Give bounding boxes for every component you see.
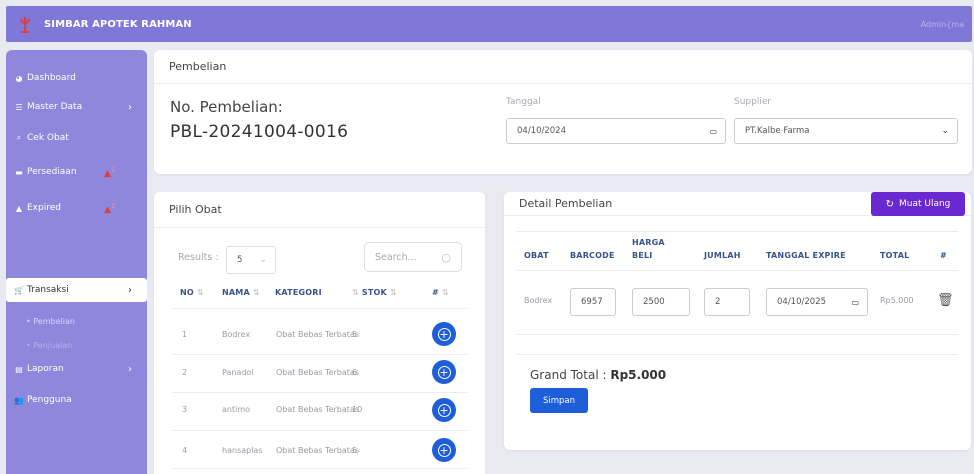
add-obat-button[interactable]: + bbox=[432, 438, 456, 462]
bell-icon: ▲1 bbox=[104, 201, 116, 215]
report-icon: ▤ bbox=[15, 364, 23, 374]
col-action[interactable]: # ⇅ bbox=[432, 288, 449, 297]
sidebar-item-laporan[interactable]: ▤ Laporan › bbox=[14, 361, 138, 377]
card-title: Pembelian bbox=[154, 50, 972, 84]
list-icon: ☰ bbox=[15, 102, 23, 112]
pilih-obat-card: Pilih Obat Results : 5 ⌄ Search... ○ NO … bbox=[154, 192, 485, 474]
users-icon: 👥 bbox=[14, 395, 24, 405]
col-action: # bbox=[940, 251, 947, 260]
chevron-down-icon: ⌄ bbox=[941, 126, 949, 136]
sidebar-item-persediaan[interactable]: ▬ Persediaan ▲1 bbox=[14, 164, 138, 180]
add-obat-button[interactable]: + bbox=[432, 360, 456, 384]
trash-icon[interactable]: 🗑 bbox=[937, 293, 954, 308]
supplier-label: Supplier bbox=[734, 97, 772, 107]
user-menu[interactable]: Admin{ma bbox=[921, 20, 964, 29]
calendar-icon: ▭ bbox=[709, 126, 717, 136]
tanggal-input[interactable]: 04/10/2024 ▭ bbox=[506, 118, 726, 144]
top-navbar: SIMBAR APOTEK RAHMAN Admin{ma bbox=[6, 6, 972, 42]
col-obat: OBAT bbox=[524, 251, 549, 260]
plus-circle-icon: + bbox=[437, 403, 451, 417]
sidebar-item-transaksi[interactable]: 🛒 Transaksi › bbox=[14, 282, 138, 298]
col-kategori[interactable]: KATEGORI bbox=[275, 288, 322, 297]
persediaan-badge: 1 bbox=[110, 165, 116, 174]
search-icon: ⌕ bbox=[16, 133, 22, 142]
plus-circle-icon: + bbox=[437, 365, 451, 379]
card-title: Pilih Obat bbox=[154, 192, 485, 228]
plus-circle-icon: + bbox=[437, 443, 451, 457]
sidebar-item-pengguna[interactable]: 👥 Pengguna bbox=[14, 392, 138, 408]
reload-icon: ↻ bbox=[885, 198, 894, 210]
dashboard-icon: ◕ bbox=[15, 73, 23, 83]
sidebar-item-master-data[interactable]: ☰ Master Data › bbox=[14, 99, 138, 115]
bell-icon: ▲1 bbox=[104, 165, 116, 179]
calendar-icon: ▭ bbox=[851, 297, 859, 307]
pembelian-card: Pembelian No. Pembelian: PBL-20241004-00… bbox=[154, 50, 972, 174]
sidebar-subitem-penjualan[interactable]: • Penjualan bbox=[26, 341, 72, 350]
col-jumlah: JUMLAH bbox=[704, 251, 741, 260]
col-beli: BELI bbox=[632, 251, 653, 260]
sidebar-item-cek-obat[interactable]: ⌕ Cek Obat bbox=[14, 130, 138, 146]
sidebar: ◕ Dashboard ☰ Master Data › ⌕ Cek Obat ▬… bbox=[6, 50, 147, 474]
col-nama[interactable]: NAMA ⇅ bbox=[222, 288, 260, 297]
supplier-select[interactable]: PT.Kalbe Farma ⌄ bbox=[734, 118, 958, 144]
chevron-down-icon: ⌄ bbox=[259, 255, 267, 265]
col-barcode: BARCODE bbox=[570, 251, 615, 260]
plus-circle-icon: + bbox=[437, 327, 451, 341]
tanggal-expire-input[interactable]: 04/10/2025 ▭ bbox=[766, 288, 868, 316]
col-harga: HARGA bbox=[632, 238, 665, 247]
no-pembelian-label: No. Pembelian: bbox=[170, 98, 283, 116]
brand-name[interactable]: SIMBAR APOTEK RAHMAN bbox=[44, 19, 192, 30]
col-total: TOTAL bbox=[880, 251, 910, 260]
add-obat-button[interactable]: + bbox=[432, 398, 456, 422]
col-tanggal-expire: TANGGAL EXPIRE bbox=[766, 251, 846, 260]
tanggal-label: Tanggal bbox=[506, 97, 541, 107]
sidebar-subitem-pembelian[interactable]: • Pembelian bbox=[26, 317, 75, 326]
barcode-input[interactable]: 6957 bbox=[570, 288, 616, 316]
add-obat-button[interactable]: + bbox=[432, 322, 456, 346]
results-label: Results : bbox=[178, 252, 219, 263]
col-stok[interactable]: ⇅ STOK ⇅ bbox=[352, 288, 397, 297]
chevron-right-icon: › bbox=[128, 101, 132, 113]
detail-pembelian-card: Detail Pembelian ↻ Muat Ulang OBAT BARCO… bbox=[504, 192, 971, 450]
search-input[interactable]: Search... ○ bbox=[364, 242, 462, 272]
search-icon: ○ bbox=[441, 250, 451, 264]
save-button[interactable]: Simpan bbox=[530, 388, 588, 413]
reload-button[interactable]: ↻ Muat Ulang bbox=[871, 192, 965, 216]
results-per-page-select[interactable]: 5 ⌄ bbox=[226, 246, 276, 274]
chevron-right-icon: › bbox=[128, 284, 132, 296]
pharmacy-logo-icon bbox=[18, 14, 32, 34]
sidebar-item-expired[interactable]: ▲ Expired ▲1 bbox=[14, 200, 138, 216]
cart-icon: 🛒 bbox=[14, 285, 24, 295]
warning-icon: ▲ bbox=[15, 203, 23, 213]
grand-total: Grand Total : Rp5.000 bbox=[530, 368, 667, 382]
harga-beli-input[interactable]: 2500 bbox=[632, 288, 690, 316]
expired-badge: 1 bbox=[110, 201, 116, 210]
chevron-right-icon: › bbox=[128, 363, 132, 375]
no-pembelian-value: PBL-20241004-0016 bbox=[170, 122, 349, 142]
col-no[interactable]: NO ⇅ bbox=[180, 288, 204, 297]
sidebar-item-dashboard[interactable]: ◕ Dashboard bbox=[14, 70, 138, 86]
box-icon: ▬ bbox=[15, 167, 23, 177]
jumlah-input[interactable]: 2 bbox=[704, 288, 750, 316]
